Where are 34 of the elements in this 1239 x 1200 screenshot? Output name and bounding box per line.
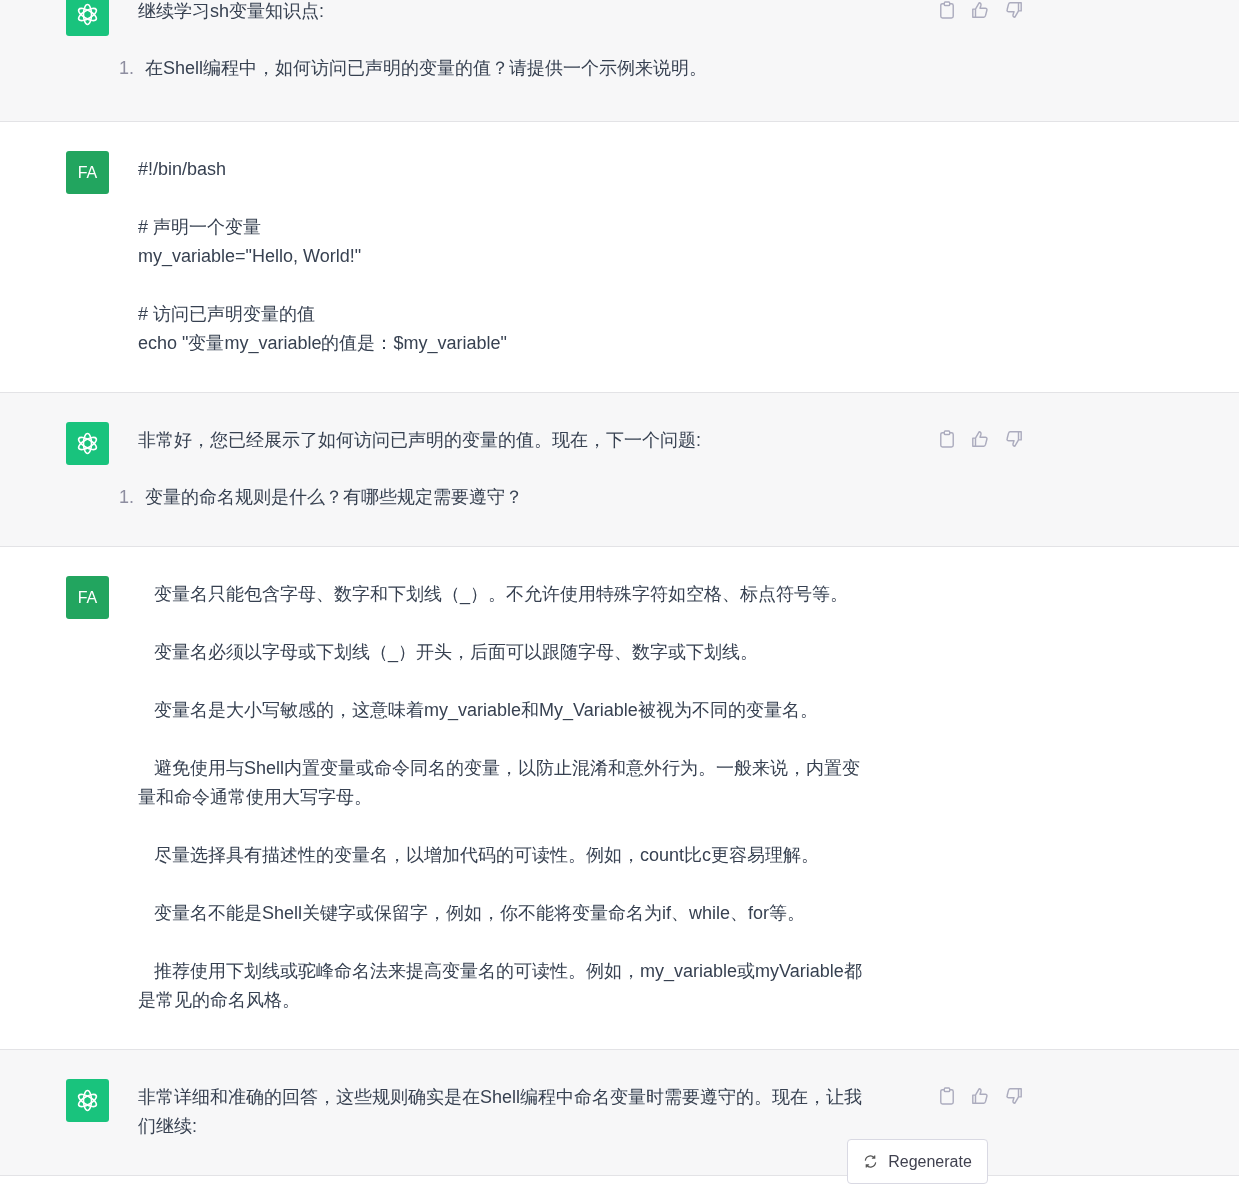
list-number: 1. (119, 486, 135, 509)
list-item-text: 变量的命名规则是什么？有哪些规定需要遵守？ (145, 486, 523, 509)
regenerate-button[interactable]: Regenerate (847, 1139, 988, 1184)
assistant-avatar-icon (66, 422, 109, 465)
message-text: 变量名只能包含字母、数字和下划线（_）。不允许使用特殊字符如空格、标点符号等。 (153, 583, 849, 607)
thumbs-up-icon[interactable] (971, 430, 989, 448)
message-text: 推荐使用下划线或驼峰命名法来提高变量名的可读性。例如，my_variable或myVariable都是常见的命名风格。 (138, 960, 863, 1012)
user-avatar: FA (66, 151, 109, 194)
copy-icon[interactable] (939, 430, 955, 448)
message-text: 非常详细和准确的回答，这些规则确实是在Shell编程中命名变量时需要遵守的。现在，让我们继续: (138, 1086, 864, 1138)
message-text: echo "变量my_variable的值是：$my_variable" (138, 332, 508, 356)
message-text: 变量名必须以字母或下划线（_）开头，后面可以跟随字母、数字或下划线。 (153, 641, 759, 665)
assistant-avatar-icon (66, 1079, 109, 1122)
user-avatar: FA (66, 576, 109, 619)
message-text: 变量名是大小写敏感的，这意味着my_variable和My_Variable被视为不同的变量名。 (153, 699, 819, 723)
message-text: # 访问已声明变量的值 (138, 303, 316, 326)
message-text: 尽量选择具有描述性的变量名，以增加代码的可读性。例如，count比c更容易理解。 (153, 844, 821, 867)
refresh-icon (863, 1154, 879, 1169)
list-number: 1. (119, 57, 135, 80)
thumbs-down-icon[interactable] (1005, 1, 1023, 19)
message-text: 继续学习sh变量知识点: (138, 0, 325, 23)
message-text: 变量名不能是Shell关键字或保留字，例如，你不能将变量命名为if、while、for等。 (153, 902, 807, 925)
thumbs-up-icon[interactable] (971, 1087, 989, 1105)
list-item-text: 在Shell编程中，如何访问已声明的变量的值？请提供一个示例来说明。 (145, 57, 708, 80)
copy-icon[interactable] (939, 1087, 955, 1105)
message-text: # 声明一个变量 (138, 216, 262, 239)
message-text: #!/bin/bash (138, 158, 228, 181)
message-text: my_variable="Hello, World!" (138, 245, 363, 269)
thumbs-down-icon[interactable] (1005, 1087, 1023, 1105)
copy-icon[interactable] (939, 1, 955, 19)
message-text: 避免使用与Shell内置变量或命令同名的变量，以防止混淆和意外行为。一般来说，内置变量和命令通常使用大写字母。 (138, 757, 862, 809)
thumbs-down-icon[interactable] (1005, 430, 1023, 448)
message-text: 非常好，您已经展示了如何访问已声明的变量的值。现在，下一个问题: (138, 429, 702, 452)
thumbs-up-icon[interactable] (971, 1, 989, 19)
